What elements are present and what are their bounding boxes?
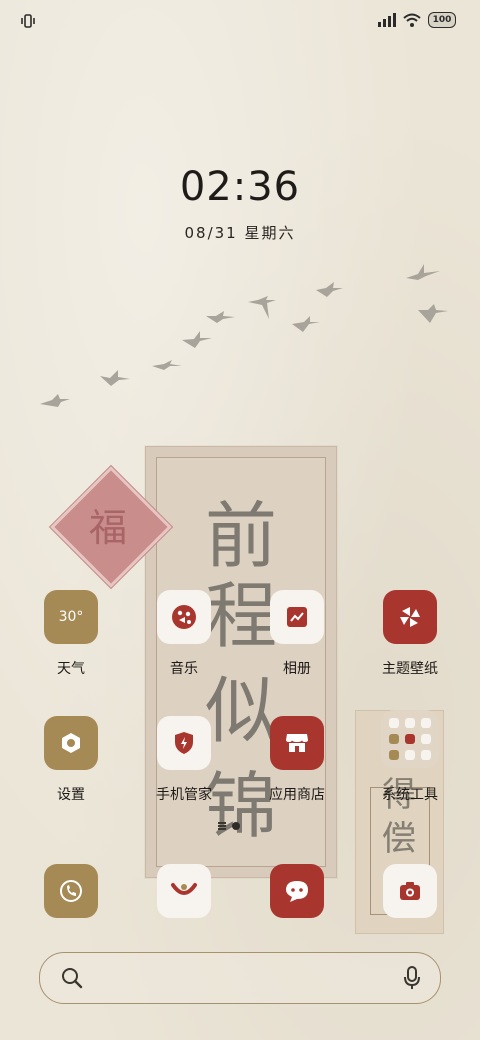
dock-phone[interactable] — [25, 864, 117, 918]
battery-indicator: 100 — [428, 12, 456, 28]
mini-calligraphy-char-2: 偿 — [382, 819, 416, 859]
browser-icon — [157, 864, 211, 918]
birds-decoration — [40, 264, 448, 407]
app-phone-manager[interactable]: 手机管家 — [138, 716, 230, 804]
app-label-system-tools: 系统工具 — [382, 787, 438, 803]
app-gallery[interactable]: 相册 — [251, 590, 343, 678]
wifi-icon — [403, 13, 421, 27]
app-label-gallery: 相册 — [283, 661, 311, 677]
app-label-themes: 主题壁纸 — [382, 661, 438, 677]
store-icon — [270, 716, 324, 770]
app-label-phone-manager: 手机管家 — [156, 787, 212, 803]
page-indicator[interactable] — [218, 822, 240, 830]
music-icon — [157, 590, 211, 644]
folder-system-tools[interactable]: 系统工具 — [364, 710, 456, 804]
app-settings[interactable]: 设置 — [25, 716, 117, 804]
clock-time[interactable]: 02:36 — [0, 164, 480, 210]
clock-date[interactable]: 08/31 星期六 — [0, 222, 480, 243]
fu-diamond-decoration: 福 — [50, 466, 172, 588]
search-input[interactable] — [100, 963, 384, 995]
app-themes[interactable]: 主题壁纸 — [364, 590, 456, 678]
phone-icon — [44, 864, 98, 918]
app-weather[interactable]: 30° 天气 — [25, 590, 117, 678]
microphone-icon[interactable] — [402, 965, 422, 991]
dock-messages[interactable] — [251, 864, 343, 918]
app-label-music: 音乐 — [170, 661, 198, 677]
app-label-app-store: 应用商店 — [269, 787, 325, 803]
app-label-settings: 设置 — [57, 787, 85, 803]
vibrate-icon — [21, 14, 35, 28]
app-label-weather: 天气 — [57, 661, 85, 677]
dock-camera[interactable] — [364, 864, 456, 918]
theme-icon — [383, 590, 437, 644]
shield-icon — [157, 716, 211, 770]
signal-icon — [378, 13, 396, 27]
app-store[interactable]: 应用商店 — [251, 716, 343, 804]
camera-icon — [383, 864, 437, 918]
weather-temperature: 30° — [58, 609, 84, 625]
weather-icon: 30° — [44, 590, 98, 644]
gallery-icon — [270, 590, 324, 644]
page-indicator-dot — [232, 822, 240, 830]
dock-browser[interactable] — [138, 864, 230, 918]
page-indicator-list-icon — [218, 822, 226, 830]
search-icon — [62, 968, 83, 989]
search-bar[interactable] — [39, 952, 441, 1004]
message-icon — [270, 864, 324, 918]
folder-grid-icon — [381, 710, 439, 768]
app-music[interactable]: 音乐 — [138, 590, 230, 678]
status-bar: 100 — [0, 0, 480, 40]
settings-icon — [44, 716, 98, 770]
fu-character: 福 — [88, 505, 127, 550]
